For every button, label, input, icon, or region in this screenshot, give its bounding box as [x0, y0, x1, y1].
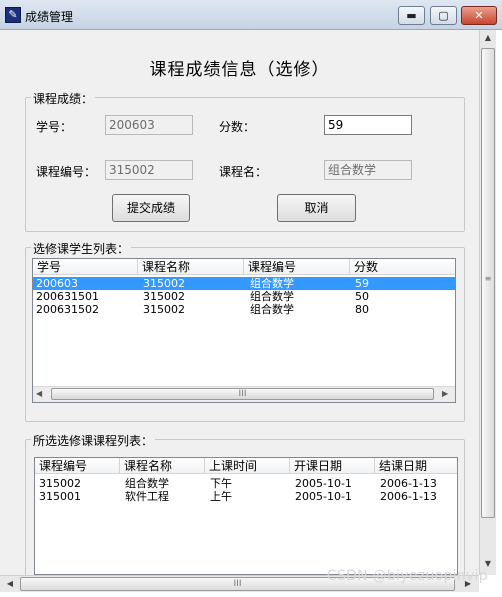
- table-row[interactable]: 315002 组合数学 下午 2005-10-1 2006-1-13: [35, 477, 457, 490]
- score-group-label: 课程成绩：: [31, 90, 96, 107]
- column-header-course-name[interactable]: 课程名称: [138, 259, 244, 275]
- column-header-score[interactable]: 分数: [350, 259, 455, 275]
- cell-course-id: 组合数学: [250, 303, 294, 316]
- minimize-button[interactable]: ▬: [398, 6, 425, 25]
- course-id-field[interactable]: 315002: [105, 160, 193, 180]
- maximize-button[interactable]: ▢: [430, 6, 457, 25]
- column-header-class-time[interactable]: 上课时间: [205, 458, 290, 474]
- cell-course-name: 组合数学: [125, 477, 169, 490]
- column-header-end-date[interactable]: 结课日期: [375, 458, 457, 474]
- page-title: 课程成绩信息（选修）: [149, 60, 330, 80]
- title-bar[interactable]: ✎ 成绩管理 ▬ ▢ ✕: [0, 0, 502, 30]
- window-title: 成绩管理: [25, 10, 74, 24]
- students-list-hscrollbar[interactable]: ◀ III ▶: [33, 386, 455, 402]
- cell-course-id: 组合数学: [250, 277, 294, 290]
- cell-course-name: 315002: [143, 277, 185, 290]
- cell-start-date: 2005-10-1: [295, 490, 352, 503]
- course-name-field[interactable]: 组合数学: [324, 160, 412, 180]
- cell-student-id: 200631502: [36, 303, 99, 316]
- table-row[interactable]: 200631502 315002 组合数学 80: [33, 303, 455, 316]
- course-name-label: 课程名：: [219, 165, 268, 179]
- scroll-up-arrow-icon[interactable]: ▲: [480, 30, 496, 46]
- table-row[interactable]: 200631501 315002 组合数学 50: [33, 290, 455, 303]
- course-id-label: 课程编号：: [36, 165, 97, 179]
- cell-student-id: 200603: [36, 277, 78, 290]
- courses-list[interactable]: 课程编号 课程名称 上课时间 开课日期 结课日期 315002 组合数学 下午 …: [34, 457, 458, 575]
- column-header-course-name[interactable]: 课程名称: [120, 458, 205, 474]
- cell-course-id: 组合数学: [250, 290, 294, 303]
- cell-end-date: 2006-1-13: [380, 490, 437, 503]
- close-button[interactable]: ✕: [461, 6, 497, 25]
- cell-course-id: 315001: [39, 490, 81, 503]
- courses-group-label: 所选选修课课程列表：: [31, 432, 156, 449]
- scroll-left-arrow-icon[interactable]: ◀: [36, 389, 42, 398]
- cell-course-id: 315002: [39, 477, 81, 490]
- table-row[interactable]: 200603 315002 组合数学 59: [33, 277, 455, 290]
- window-vscrollbar[interactable]: ▲ ≡ ▼: [479, 30, 496, 575]
- table-row[interactable]: 315001 软件工程 上午 2005-10-1 2006-1-13: [35, 490, 457, 503]
- students-list[interactable]: 学号 课程名称 课程编号 分数 200603 315002 组合数学 59 20…: [32, 258, 456, 403]
- score-field[interactable]: 59: [324, 115, 412, 135]
- cell-course-name: 315002: [143, 290, 185, 303]
- column-header-student-id[interactable]: 学号: [33, 259, 138, 275]
- cell-score: 80: [355, 303, 369, 316]
- column-header-start-date[interactable]: 开课日期: [290, 458, 375, 474]
- column-header-course-id[interactable]: 课程编号: [244, 259, 350, 275]
- cell-class-time: 上午: [210, 490, 232, 503]
- cell-class-time: 下午: [210, 477, 232, 490]
- student-id-field[interactable]: 200603: [105, 115, 193, 135]
- students-group-label: 选修课学生列表：: [31, 240, 132, 257]
- scroll-right-arrow-icon[interactable]: ▶: [442, 389, 448, 398]
- cell-course-name: 软件工程: [125, 490, 169, 503]
- watermark: CSDN @biyezuopinvip: [326, 568, 488, 584]
- cell-student-id: 200631501: [36, 290, 99, 303]
- column-header-course-id[interactable]: 课程编号: [35, 458, 120, 474]
- scroll-left-arrow-icon[interactable]: ◀: [2, 576, 18, 592]
- cell-start-date: 2005-10-1: [295, 477, 352, 490]
- cell-score: 59: [355, 277, 369, 290]
- app-icon: ✎: [5, 7, 21, 23]
- window-vscroll-thumb[interactable]: ≡: [481, 48, 495, 518]
- cell-course-name: 315002: [143, 303, 185, 316]
- submit-score-button[interactable]: 提交成绩: [112, 194, 190, 222]
- student-id-label: 学号：: [36, 120, 73, 134]
- cancel-button[interactable]: 取消: [277, 194, 356, 222]
- cell-score: 50: [355, 290, 369, 303]
- score-label: 分数：: [219, 120, 256, 134]
- cell-end-date: 2006-1-13: [380, 477, 437, 490]
- students-list-scroll-thumb[interactable]: III: [51, 388, 434, 400]
